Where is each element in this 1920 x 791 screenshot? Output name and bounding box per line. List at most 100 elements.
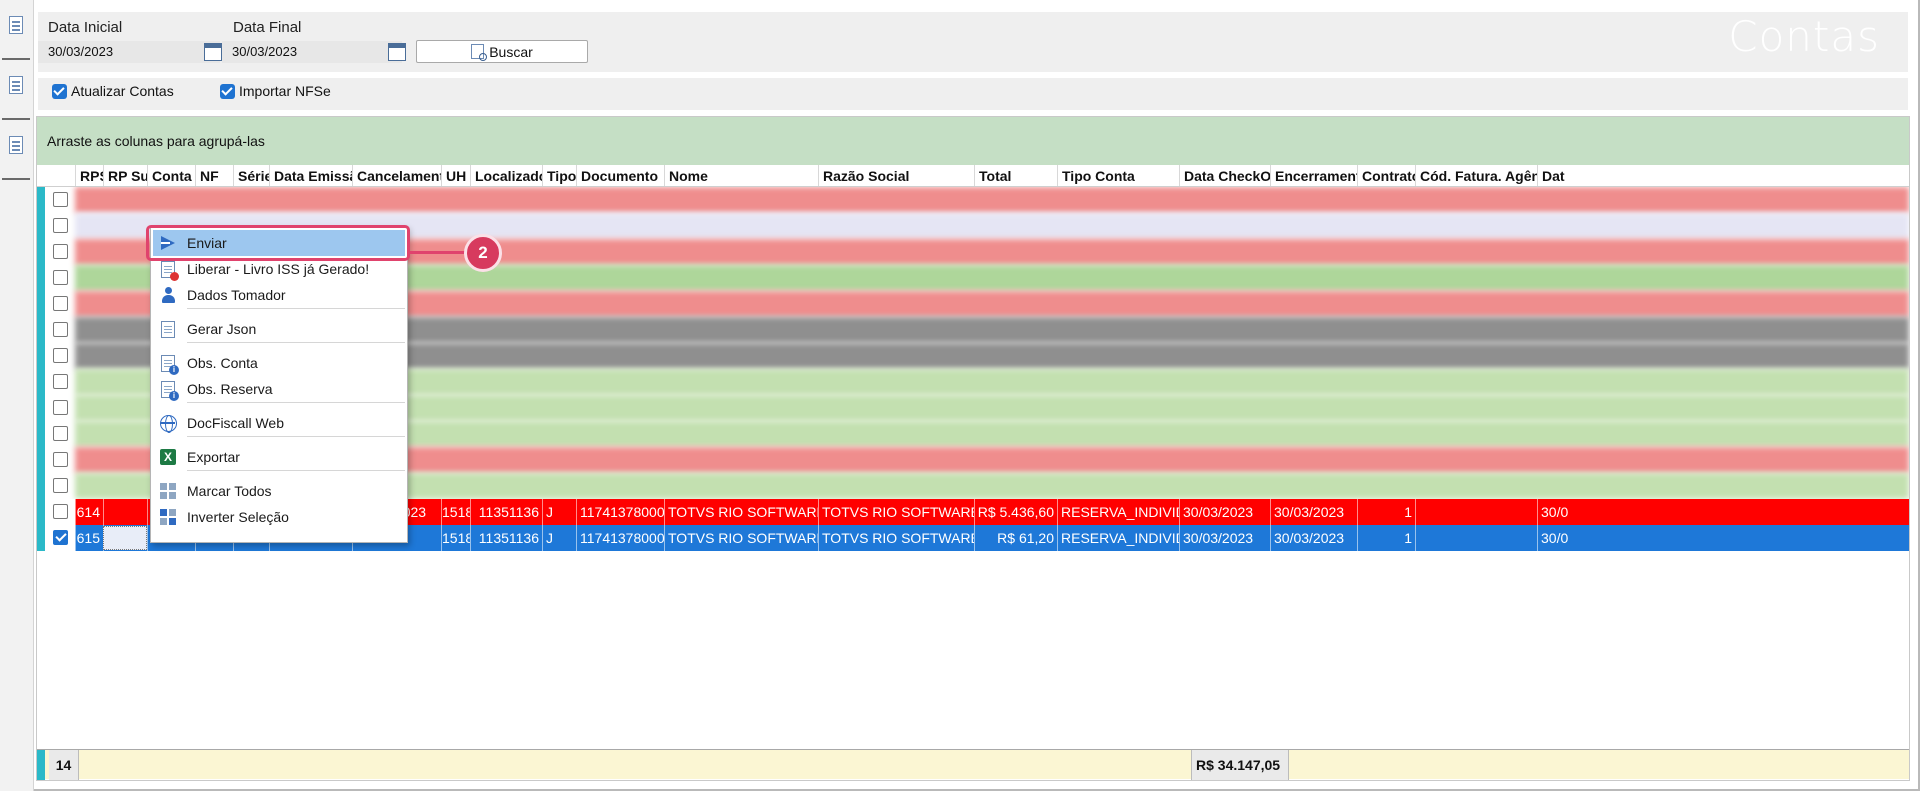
document-list-icon	[9, 16, 23, 34]
row-checkbox[interactable]	[53, 296, 68, 311]
person-icon	[159, 286, 177, 304]
row-indicator	[37, 395, 45, 421]
brand-title: Contas	[1728, 12, 1880, 61]
row-checkbox[interactable]	[53, 374, 68, 389]
toolbar-button-contas[interactable]	[2, 2, 30, 60]
step-badge: 2	[464, 234, 502, 272]
row-checkbox[interactable]	[53, 244, 68, 259]
row-checkbox[interactable]	[53, 452, 68, 467]
cell-cod-fatura[interactable]	[1415, 499, 1537, 525]
cell-dat[interactable]: 30/0	[1537, 525, 1577, 551]
column-header[interactable]: Data CheckOut	[1179, 165, 1270, 186]
cell-razao-social[interactable]: TOTVS RIO SOFTWARE LTDA	[818, 499, 974, 525]
cell-tipo-conta[interactable]: RESERVA_INDIVIDUAL	[1057, 525, 1179, 551]
calendar-icon[interactable]	[388, 43, 406, 61]
menu-item-liberar-livro-iss-ja-gerado[interactable]: Liberar - Livro ISS já Gerado!	[153, 256, 405, 282]
column-header[interactable]: Encerramento	[1270, 165, 1357, 186]
cell-encerramento[interactable]: 30/03/2023	[1270, 525, 1357, 551]
cell-uh[interactable]: 1518	[441, 525, 470, 551]
cell-nome[interactable]: TOTVS RIO SOFTWARE LTDA	[664, 525, 818, 551]
cell-dat[interactable]: 30/0	[1537, 499, 1577, 525]
row-checkbox[interactable]	[53, 426, 68, 441]
menu-item-obs-reserva[interactable]: Obs. Reserva	[153, 376, 405, 402]
cell-uh[interactable]: 1518	[441, 499, 470, 525]
cell-data-checkout[interactable]: 30/03/2023	[1179, 499, 1270, 525]
menu-item-dados-tomador[interactable]: Dados Tomador	[153, 282, 405, 308]
calendar-icon[interactable]	[204, 43, 222, 61]
toolbar-button-documents[interactable]	[2, 62, 30, 120]
search-button[interactable]: Buscar	[416, 40, 588, 63]
cell-documento[interactable]: 11741378000162	[576, 499, 664, 525]
report-icon	[9, 136, 23, 154]
row-checkbox[interactable]	[53, 478, 68, 493]
cell-encerramento[interactable]: 30/03/2023	[1270, 499, 1357, 525]
data-inicial-input[interactable]: 30/03/2023	[38, 41, 220, 63]
row-checkbox[interactable]	[53, 400, 68, 415]
cell-localizador[interactable]: 11351136	[470, 525, 542, 551]
row-checkbox[interactable]	[53, 270, 68, 285]
left-toolbar	[0, 0, 34, 791]
row-indicator	[37, 187, 45, 213]
menu-item-docfiscall-web[interactable]: DocFiscall Web	[153, 410, 405, 436]
menu-item-marcar-todos[interactable]: Marcar Todos	[153, 478, 405, 504]
row-indicator	[37, 473, 45, 499]
row-checkbox[interactable]	[53, 530, 68, 545]
cell-total[interactable]: R$ 5.436,60	[974, 499, 1057, 525]
cell-razao-social[interactable]: TOTVS RIO SOFTWARE LTDA	[818, 525, 974, 551]
cell-rp-sub[interactable]	[103, 499, 147, 525]
cell-contrato[interactable]: 1	[1357, 499, 1415, 525]
column-header[interactable]: Tipo	[542, 165, 576, 186]
column-header[interactable]: Cód. Fatura. Agência	[1415, 165, 1537, 186]
column-header[interactable]: Documento	[576, 165, 664, 186]
column-header[interactable]: Nome	[664, 165, 818, 186]
table-row[interactable]	[37, 187, 1909, 213]
menu-item-label: Gerar Json	[187, 321, 257, 337]
column-header[interactable]: RPS	[75, 165, 103, 186]
column-header[interactable]: Dat	[1537, 165, 1577, 186]
cell-documento[interactable]: 11741378000162	[576, 525, 664, 551]
group-by-panel[interactable]: Arraste as colunas para agrupá-las	[37, 117, 1909, 165]
column-header[interactable]: NF	[195, 165, 233, 186]
cell-tipo[interactable]: J	[542, 525, 576, 551]
menu-item-exportar[interactable]: X Exportar	[153, 444, 405, 470]
row-checkbox[interactable]	[53, 504, 68, 519]
importar-nfse-checkbox[interactable]: Importar NFSe	[220, 83, 331, 99]
menu-item-inverter-selecao[interactable]: Inverter Seleção	[153, 504, 405, 530]
row-checkbox[interactable]	[53, 218, 68, 233]
column-header[interactable]: UH	[441, 165, 470, 186]
row-checkbox[interactable]	[53, 192, 68, 207]
menu-item-gerar-json[interactable]: Gerar Json	[153, 316, 405, 342]
cell-contrato[interactable]: 1	[1357, 525, 1415, 551]
menu-separator	[187, 470, 405, 471]
column-header[interactable]: Série	[233, 165, 269, 186]
cell-total[interactable]: R$ 61,20	[974, 525, 1057, 551]
checkbox-checked-icon	[52, 83, 67, 99]
column-header[interactable]: Razão Social	[818, 165, 974, 186]
data-final-input[interactable]: 30/03/2023	[222, 41, 402, 63]
toolbar-button-reports[interactable]	[2, 122, 30, 180]
row-checkbox[interactable]	[53, 322, 68, 337]
row-indicator	[37, 265, 45, 291]
cell-editor[interactable]	[103, 526, 147, 550]
select-all-icon	[159, 482, 177, 500]
column-header[interactable]: Contrato	[1357, 165, 1415, 186]
cell-data-checkout[interactable]: 30/03/2023	[1179, 525, 1270, 551]
column-header[interactable]: Data Emissão	[269, 165, 352, 186]
cell-rps[interactable]: 615	[75, 525, 103, 551]
column-header[interactable]: Total	[974, 165, 1057, 186]
column-header[interactable]: Localizador	[470, 165, 542, 186]
cell-localizador[interactable]: 11351136	[470, 499, 542, 525]
atualizar-contas-checkbox[interactable]: Atualizar Contas	[52, 83, 174, 99]
menu-item-obs-conta[interactable]: Obs. Conta	[153, 350, 405, 376]
cell-cod-fatura[interactable]	[1415, 525, 1537, 551]
cell-tipo-conta[interactable]: RESERVA_INDIVIDUAL	[1057, 499, 1179, 525]
cell-nome[interactable]: TOTVS RIO SOFTWARE LTDA	[664, 499, 818, 525]
column-header[interactable]: Tipo Conta	[1057, 165, 1179, 186]
column-header[interactable]: RP Sub.	[103, 165, 147, 186]
column-header[interactable]: Conta	[147, 165, 195, 186]
row-checkbox[interactable]	[53, 348, 68, 363]
cell-tipo[interactable]: J	[542, 499, 576, 525]
menu-item-enviar[interactable]: Enviar	[153, 230, 405, 256]
cell-rps[interactable]: 614	[75, 499, 103, 525]
column-header[interactable]: Cancelamento	[352, 165, 441, 186]
